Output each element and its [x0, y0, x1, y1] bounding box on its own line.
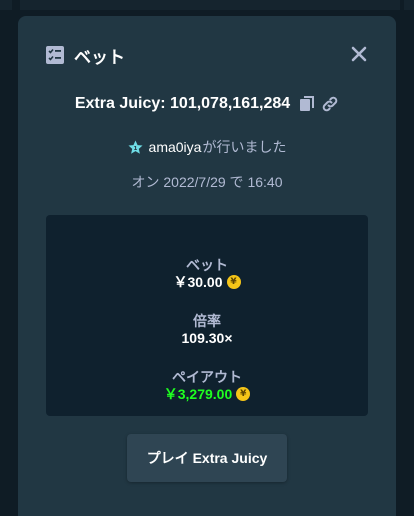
- stat-multiplier-label: 倍率: [193, 313, 221, 329]
- stat-bet: ベット ￥30.00 ¥: [46, 255, 368, 291]
- game-id-text: Extra Juicy: 101,078,161,284: [74, 95, 291, 112]
- link-icon[interactable]: [321, 95, 339, 113]
- vip-star-icon: 1: [128, 139, 143, 154]
- svg-text:1: 1: [133, 146, 137, 152]
- bet-slip-icon: [46, 46, 64, 64]
- play-game-button[interactable]: プレイ Extra Juicy: [127, 434, 287, 482]
- bet-date: オン 2022/7/29 で 16:40: [131, 174, 283, 190]
- stat-bet-label: ベット: [186, 257, 228, 273]
- username-link[interactable]: ama0iya: [149, 139, 202, 155]
- stat-payout-value: ￥3,279.00: [163, 386, 233, 402]
- bet-stats-panel: ベット ￥30.00 ¥ 倍率 109.30× ペイアウト ￥3,279.00 …: [46, 215, 368, 416]
- stat-bet-value: ￥30.00: [173, 274, 223, 290]
- yen-coin-icon: ¥: [236, 387, 251, 401]
- yen-coin-icon: ¥: [226, 275, 241, 289]
- stat-bet-value-row: ￥30.00 ¥: [46, 273, 368, 291]
- bet-details-modal: ベット Extra Juicy: 101,078,161,284 1 ama0i…: [18, 16, 396, 516]
- close-icon[interactable]: [350, 45, 368, 63]
- modal-header: ベット: [46, 43, 368, 67]
- placed-by-suffix: が行いました: [202, 139, 287, 155]
- backdrop-panel: [0, 0, 12, 10]
- stat-payout-label: ペイアウト: [172, 369, 242, 385]
- stat-payout: ペイアウト ￥3,279.00 ¥: [46, 367, 368, 403]
- stat-multiplier-value: 109.30×: [181, 330, 233, 346]
- modal-title: ベット: [74, 47, 125, 67]
- stat-payout-value-row: ￥3,279.00 ¥: [46, 385, 368, 403]
- backdrop-panel: [20, 0, 400, 10]
- copy-icon[interactable]: [299, 96, 315, 112]
- backdrop-panel: [404, 0, 414, 10]
- game-id-line: Extra Juicy: 101,078,161,284: [18, 93, 396, 115]
- stat-multiplier: 倍率 109.30×: [46, 311, 368, 347]
- placed-by-line: 1 ama0iya が行いました: [18, 137, 396, 157]
